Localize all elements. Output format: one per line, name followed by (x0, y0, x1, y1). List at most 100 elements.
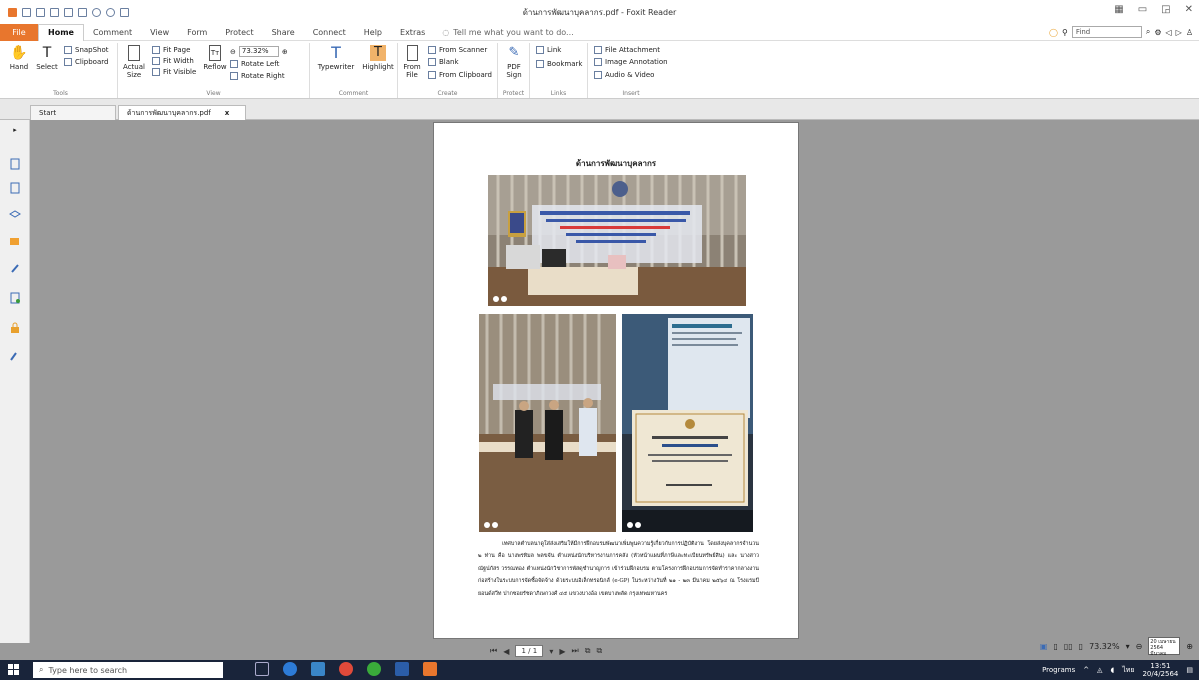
email-icon[interactable] (64, 7, 73, 17)
language-indicator[interactable]: ไทย (1122, 665, 1134, 676)
taskbar-search-box[interactable]: ⌕ Type here to search (33, 662, 223, 678)
new-icon[interactable] (78, 7, 87, 17)
windows-start-icon[interactable] (8, 664, 20, 678)
facing-icon[interactable]: ▯▯ (1064, 642, 1073, 651)
rotate-right-button[interactable]: Rotate Right (230, 72, 285, 80)
close-tab-icon[interactable]: x (225, 109, 230, 117)
attachments-panel-icon[interactable] (9, 262, 21, 274)
status-zoom-in-icon[interactable]: ⊕ (1186, 642, 1193, 651)
file-attachment-button[interactable]: File Attachment (594, 46, 660, 54)
link-button[interactable]: Link (536, 46, 561, 54)
cover-icon[interactable]: ▯ (1079, 642, 1083, 651)
hand-button[interactable]: ✋ Hand (8, 45, 30, 71)
customize-icon[interactable] (120, 7, 129, 17)
select-button[interactable]: T Select (34, 45, 60, 71)
clock[interactable]: 13:51 20/4/2564 (1142, 662, 1178, 678)
fit-page-button[interactable]: Fit Page (152, 46, 190, 54)
account-icon[interactable]: ♙ (1186, 28, 1193, 37)
tray-expand-icon[interactable]: ^ (1083, 666, 1089, 674)
typewriter-button[interactable]: T Typewriter (316, 45, 356, 72)
continuous-icon[interactable]: ▯ (1053, 642, 1057, 651)
task-view-icon[interactable] (255, 662, 269, 676)
from-scanner-button[interactable]: From Scanner (428, 46, 487, 54)
image-annotation-button[interactable]: Image Annotation (594, 58, 668, 66)
tab-view[interactable]: View (141, 24, 178, 41)
comments-panel-icon[interactable] (9, 236, 21, 248)
pdf-sign-button[interactable]: ✎ PDF Sign (502, 45, 526, 79)
tab-document[interactable]: ด้านการพัฒนาบุคลากร.pdf x (118, 105, 246, 120)
from-file-button[interactable]: From File (401, 45, 423, 79)
undo-icon[interactable] (92, 7, 101, 17)
status-zoom-dropdown-icon[interactable]: ▾ (1126, 642, 1130, 651)
layers-panel-icon[interactable] (9, 208, 21, 220)
close-icon[interactable]: ✕ (1185, 4, 1193, 15)
next-page-icon[interactable]: ▶ (559, 647, 565, 656)
from-clipboard-button[interactable]: From Clipboard (428, 71, 492, 79)
search-icon[interactable]: ⌕ (1146, 27, 1150, 37)
tell-me-box[interactable]: ◌ Tell me what you want to do... (442, 28, 573, 37)
blank-button[interactable]: Blank (428, 58, 459, 66)
tab-home[interactable]: Home (38, 23, 84, 41)
tab-connect[interactable]: Connect (304, 24, 355, 41)
line-icon[interactable] (367, 662, 381, 676)
chrome-icon[interactable] (339, 662, 353, 676)
find-input[interactable]: Find (1071, 26, 1142, 38)
tab-start[interactable]: Start (30, 105, 116, 120)
tab-form[interactable]: Form (178, 24, 216, 41)
fit-visible-button[interactable]: Fit Visible (152, 68, 196, 76)
pages-panel-icon[interactable] (9, 182, 21, 194)
word-icon[interactable] (395, 662, 409, 676)
expand-panel-icon[interactable]: ▸ (9, 124, 21, 136)
open-icon[interactable] (22, 7, 31, 17)
file-menu[interactable]: File (0, 23, 38, 41)
print-icon[interactable] (50, 7, 59, 17)
tab-comment[interactable]: Comment (84, 24, 141, 41)
forward-icon[interactable]: ▷ (1176, 28, 1182, 37)
clipboard-button[interactable]: Clipboard (64, 58, 108, 66)
settings-icon[interactable]: ⚙ (1154, 28, 1161, 37)
redo-icon[interactable] (106, 7, 115, 17)
reflow-button[interactable]: Tт Reflow (202, 45, 228, 71)
copy-icon[interactable]: ⧉ (585, 646, 591, 656)
minimize-icon[interactable]: ▭ (1138, 4, 1147, 15)
tab-help[interactable]: Help (355, 24, 391, 41)
bookmark-button[interactable]: Bookmark (536, 60, 582, 68)
last-page-icon[interactable]: ⏭ (572, 646, 579, 656)
highlight-button[interactable]: T Highlight (360, 45, 396, 71)
rotate-left-button[interactable]: Rotate Left (230, 60, 279, 68)
page-dropdown-icon[interactable]: ▾ (549, 647, 553, 656)
volume-icon[interactable]: ◖ (1111, 666, 1115, 674)
prev-page-icon[interactable]: ◀ (503, 647, 509, 656)
file-explorer-icon[interactable] (311, 662, 325, 676)
notifications-icon[interactable]: ▤ (1186, 666, 1193, 674)
zoom-out-icon[interactable]: ⊖ (230, 48, 236, 56)
search-user-icon[interactable] (9, 350, 21, 362)
programs-label[interactable]: Programs (1042, 666, 1075, 674)
bookmarks-panel-icon[interactable] (9, 158, 21, 170)
save-icon[interactable] (36, 7, 45, 17)
find-binoculars-icon[interactable]: ⚲ (1062, 28, 1068, 37)
zoom-input[interactable]: 73.32% (238, 46, 279, 57)
network-icon[interactable]: ◬ (1097, 666, 1102, 674)
audio-video-button[interactable]: Audio & Video (594, 71, 654, 79)
maximize-icon[interactable]: ◲ (1161, 4, 1170, 15)
signatures-panel-icon[interactable] (9, 292, 21, 304)
actual-size-button[interactable]: Actual Size (120, 45, 148, 79)
paste-view-icon[interactable]: ⧉ (596, 646, 602, 656)
status-zoom-out-icon[interactable]: ⊖ (1136, 642, 1143, 651)
single-page-icon[interactable]: ▣ (1040, 642, 1048, 651)
back-icon[interactable]: ◁ (1166, 28, 1172, 37)
edge-icon[interactable] (283, 662, 297, 676)
tab-share[interactable]: Share (263, 24, 304, 41)
layout-icon[interactable]: ▦ (1114, 4, 1123, 15)
tab-extras[interactable]: Extras (391, 24, 434, 41)
fit-width-button[interactable]: Fit Width (152, 57, 194, 65)
first-page-icon[interactable]: ⏮ (490, 646, 497, 656)
status-zoom-value[interactable]: 73.32% (1089, 642, 1120, 651)
foxit-taskbar-icon[interactable] (423, 662, 437, 676)
tab-protect[interactable]: Protect (216, 24, 262, 41)
zoom-in-icon[interactable]: ⊕ (282, 48, 288, 56)
page-number-input[interactable]: 1 / 1 (515, 645, 544, 657)
security-lock-icon[interactable] (9, 322, 21, 334)
snapshot-button[interactable]: SnapShot (64, 46, 109, 54)
